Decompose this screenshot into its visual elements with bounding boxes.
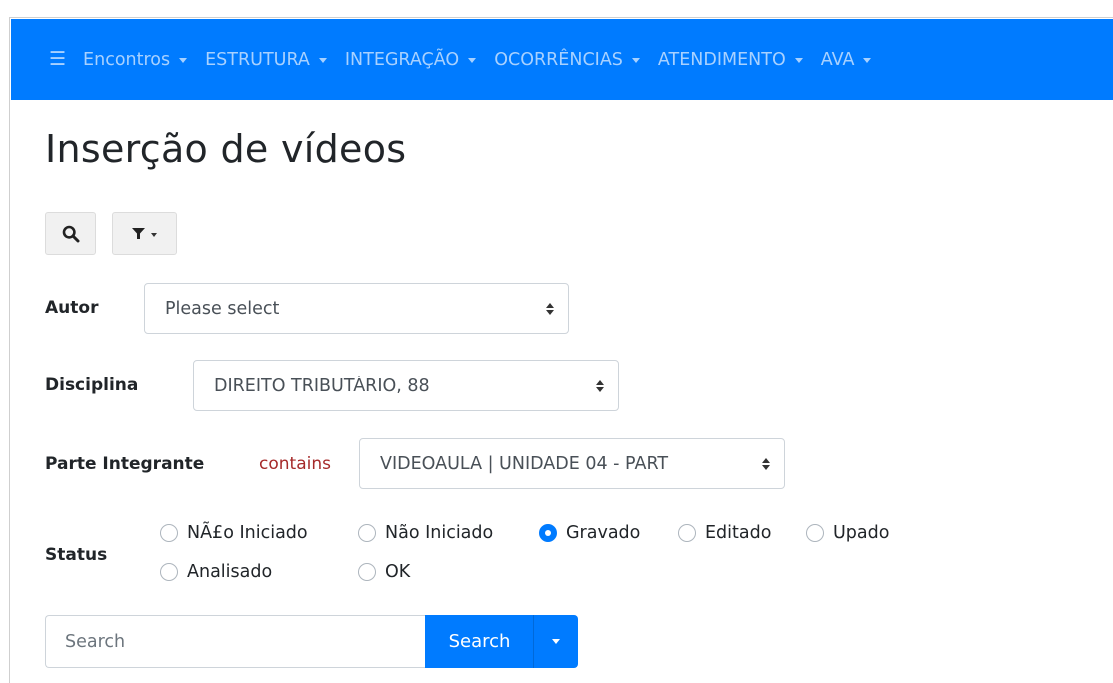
radio-label: Analisado xyxy=(187,562,273,582)
nav-item-label: INTEGRAÇÃO xyxy=(344,49,460,70)
nav-item-label: OCORRÊNCIAS xyxy=(494,49,623,70)
radio-label: OK xyxy=(385,562,411,582)
caret-down-icon xyxy=(552,639,560,644)
disciplina-select[interactable]: DIREITO TRIBUTÁRIO, 88 xyxy=(193,360,619,411)
radio-button[interactable] xyxy=(358,524,376,542)
select-arrows-icon xyxy=(762,457,770,470)
nav-item-label: Encontros xyxy=(83,49,171,70)
status-label: Status xyxy=(45,545,108,565)
nav-item-label: AVA xyxy=(820,49,855,70)
status-radio-nao-iniciado-garbled[interactable]: NÃ£o Iniciado xyxy=(160,523,308,543)
search-toggle-button[interactable] xyxy=(45,212,96,255)
nav-item-label: ESTRUTURA xyxy=(205,49,310,70)
radio-button[interactable] xyxy=(678,524,696,542)
select-arrows-icon xyxy=(546,302,554,315)
radio-label: Não Iniciado xyxy=(385,523,494,543)
nav-item-encontros[interactable]: Encontros xyxy=(83,49,188,70)
caret-down-icon xyxy=(151,232,157,237)
radio-button[interactable] xyxy=(160,524,178,542)
status-radio-editado[interactable]: Editado xyxy=(678,523,771,543)
caret-down-icon xyxy=(794,58,803,63)
radio-button[interactable] xyxy=(160,563,178,581)
radio-label: Editado xyxy=(705,523,772,543)
nav-item-estrutura[interactable]: ESTRUTURA xyxy=(205,50,327,70)
nav-item-ava[interactable]: AVA xyxy=(821,50,872,70)
status-radio-ok[interactable]: OK xyxy=(358,562,410,582)
radio-label: NÃ£o Iniciado xyxy=(187,523,308,543)
search-button[interactable]: Search xyxy=(425,615,534,668)
disciplina-select-value: DIREITO TRIBUTÁRIO, 88 xyxy=(214,375,430,396)
nav-item-ocorrencias[interactable]: OCORRÊNCIAS xyxy=(494,50,640,70)
filter-menu-button[interactable] xyxy=(112,212,177,255)
autor-label: Autor xyxy=(45,298,99,318)
operator-contains[interactable]: contains xyxy=(259,454,331,474)
parte-integrante-label: Parte Integrante xyxy=(45,454,205,474)
caret-down-icon xyxy=(631,58,640,63)
caret-down-icon xyxy=(863,58,872,63)
status-radio-gravado[interactable]: Gravado xyxy=(539,523,640,543)
filter-icon xyxy=(132,228,145,239)
parte-integrante-select[interactable]: VIDEOAULA | UNIDADE 04 - PART xyxy=(359,438,785,489)
autor-select[interactable]: Please select xyxy=(144,283,569,334)
nav-item-atendimento[interactable]: ATENDIMENTO xyxy=(658,50,803,70)
disciplina-label: Disciplina xyxy=(45,375,139,395)
search-input[interactable] xyxy=(45,615,427,668)
page-frame: ☰ Encontros ESTRUTURA INTEGRAÇÃO OCORRÊN… xyxy=(9,17,1113,683)
caret-down-icon xyxy=(468,58,477,63)
autor-select-value: Please select xyxy=(165,298,280,319)
search-options-dropdown[interactable] xyxy=(533,615,578,668)
radio-label: Gravado xyxy=(566,523,641,543)
page-title: Inserção de vídeos xyxy=(45,127,407,171)
parte-integrante-select-value: VIDEOAULA | UNIDADE 04 - PART xyxy=(380,453,669,474)
nav-item-label: ATENDIMENTO xyxy=(657,49,786,70)
status-radio-analisado[interactable]: Analisado xyxy=(160,562,272,582)
select-arrows-icon xyxy=(596,379,604,392)
status-radio-upado[interactable]: Upado xyxy=(806,523,889,543)
hamburger-icon[interactable]: ☰ xyxy=(49,50,66,69)
caret-down-icon xyxy=(318,58,327,63)
caret-down-icon xyxy=(179,58,188,63)
status-radio-nao-iniciado[interactable]: Não Iniciado xyxy=(358,523,493,543)
radio-button-checked[interactable] xyxy=(539,524,557,542)
nav-item-integracao[interactable]: INTEGRAÇÃO xyxy=(344,49,477,70)
radio-button[interactable] xyxy=(358,563,376,581)
search-icon xyxy=(62,225,79,242)
top-navbar: ☰ Encontros ESTRUTURA INTEGRAÇÃO OCORRÊN… xyxy=(11,19,1113,100)
radio-button[interactable] xyxy=(806,524,824,542)
radio-label: Upado xyxy=(833,523,890,543)
